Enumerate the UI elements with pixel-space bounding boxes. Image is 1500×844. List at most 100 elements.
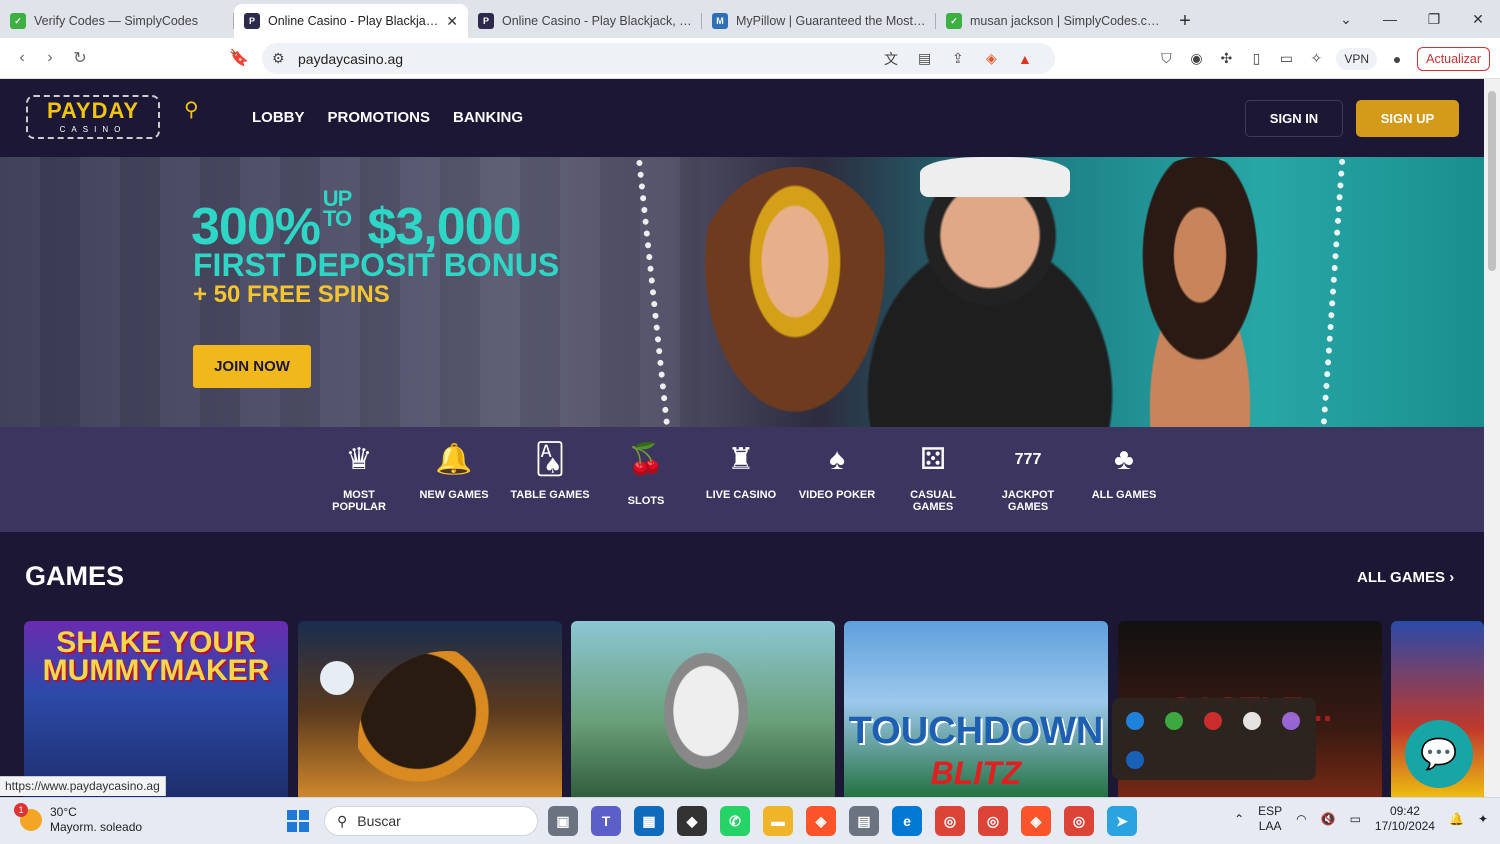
reader-mode-icon[interactable]: ▤ xyxy=(918,50,931,67)
volume-muted-icon[interactable]: 🔇 xyxy=(1321,812,1336,826)
search-icon: ⚲ xyxy=(337,812,348,829)
reload-icon[interactable]: ↻ xyxy=(66,48,94,68)
extensions-icon[interactable]: ✣ xyxy=(1216,49,1236,69)
browser-tab-strip: ✓ Verify Codes — SimplyCodes P Online Ca… xyxy=(0,0,1500,38)
mypillow-favicon-icon: M xyxy=(712,13,728,29)
category-video-poker[interactable]: ♠ VIDEO POKER xyxy=(797,443,877,501)
start-button[interactable] xyxy=(287,810,309,832)
game-tile-touchdown-blitz[interactable]: TOUCHDOWN BLITZ xyxy=(844,621,1108,797)
status-link-preview: https://www.paydaycasino.ag xyxy=(0,776,166,796)
category-slots[interactable]: 🍒 SLOTS xyxy=(606,443,686,507)
clock[interactable]: 09:42 17/10/2024 xyxy=(1375,804,1435,834)
tab-online-casino-active[interactable]: P Online Casino - Play Blackjack, Slots … xyxy=(234,4,468,38)
category-all-games[interactable]: ♣ ALL GAMES xyxy=(1084,443,1164,501)
edge-icon[interactable]: e xyxy=(892,806,922,836)
tab-mypillow[interactable]: M MyPillow | Guaranteed the Most Comfort… xyxy=(702,4,936,38)
chrome-profile-icon[interactable]: ◎ xyxy=(978,806,1008,836)
telegram-tray-icon[interactable] xyxy=(1243,712,1261,730)
tab-verify-codes[interactable]: ✓ Verify Codes — SimplyCodes xyxy=(0,4,234,38)
join-now-button[interactable]: JOIN NOW xyxy=(193,345,311,388)
address-bar[interactable]: ⚙ paydaycasino.ag 文 ▤ ⇪ ◈ ▲ xyxy=(262,43,1055,74)
defender-tray-icon[interactable] xyxy=(1126,751,1144,769)
restore-icon[interactable]: ❐ xyxy=(1412,11,1456,28)
all-games-link[interactable]: ALL GAMES › xyxy=(1357,569,1454,586)
app-tray-icon-5[interactable] xyxy=(1282,712,1300,730)
game-tile-tiger[interactable] xyxy=(571,621,835,797)
battery-icon[interactable]: ▭ xyxy=(1350,812,1361,826)
hero-banner[interactable]: 300% UP TO $3,000 FIRST DEPOSIT BONUS + 5… xyxy=(0,157,1484,427)
telegram-icon[interactable]: ➤ xyxy=(1107,806,1137,836)
payday-casino-logo[interactable]: PAYDAY CASINO xyxy=(26,95,160,139)
tab-search-icon[interactable]: ⌄ xyxy=(1324,11,1368,28)
app-tray-icon-1[interactable] xyxy=(1126,712,1144,730)
avatar[interactable]: ● xyxy=(1387,49,1407,69)
category-live-casino[interactable]: ♜ LIVE CASINO xyxy=(701,443,781,501)
brave-icon[interactable]: ◈ xyxy=(806,806,836,836)
category-casual-games[interactable]: ⚄ CASUAL GAMES xyxy=(893,443,973,513)
store-icon[interactable]: ▦ xyxy=(634,806,664,836)
app-icon[interactable]: ◆ xyxy=(677,806,707,836)
live-chat-button[interactable]: 💬 xyxy=(1405,720,1473,788)
new-tab-button[interactable]: + xyxy=(1170,4,1200,38)
brave-rewards-icon[interactable]: ▲ xyxy=(1018,51,1032,67)
brave-shields-icon[interactable]: ◈ xyxy=(986,50,997,67)
shield-icon[interactable]: ⛉ xyxy=(1156,49,1176,69)
teams-icon[interactable]: T xyxy=(591,806,621,836)
close-window-icon[interactable]: ✕ xyxy=(1456,11,1500,28)
weather-widget[interactable]: 1 30°C Mayorm. soleado xyxy=(14,803,142,835)
calculator-icon[interactable]: ▤ xyxy=(849,806,879,836)
game-tile-mummymaker[interactable]: SHAKE YOUR MUMMYMAKER xyxy=(24,621,288,797)
nav-lobby[interactable]: LOBBY xyxy=(252,109,305,126)
vpn-button[interactable]: VPN xyxy=(1336,47,1378,70)
app-tray-icon-2[interactable] xyxy=(1165,712,1183,730)
windows-taskbar: 1 30°C Mayorm. soleado ⚲ Buscar ▣ T ▦ ◆ ✆… xyxy=(0,797,1500,844)
page-viewport: PAYDAY CASINO ⚲ LOBBY PROMOTIONS BANKING… xyxy=(0,79,1484,797)
page-scrollbar[interactable] xyxy=(1484,79,1500,797)
sign-up-button[interactable]: SIGN UP xyxy=(1356,100,1459,137)
gangster-hat-image xyxy=(920,157,1070,197)
translate-icon[interactable]: 文 xyxy=(884,49,898,69)
close-tab-icon[interactable]: ✕ xyxy=(446,13,458,30)
category-new-games[interactable]: 🔔 NEW GAMES xyxy=(414,443,494,501)
sign-in-button[interactable]: SIGN IN xyxy=(1245,100,1343,137)
sun-icon: 1 xyxy=(14,803,42,831)
profile-circle-icon[interactable]: ◉ xyxy=(1186,49,1206,69)
sidebar-icon[interactable]: ▯ xyxy=(1246,49,1266,69)
taskbar-search[interactable]: ⚲ Buscar xyxy=(324,806,538,836)
notifications-icon[interactable]: 🔔 xyxy=(1449,812,1464,826)
share-icon[interactable]: ⇪ xyxy=(952,50,964,67)
nav-promotions[interactable]: PROMOTIONS xyxy=(328,109,431,126)
file-explorer-icon[interactable]: ▬ xyxy=(763,806,793,836)
chrome-profile2-icon[interactable]: ◎ xyxy=(1064,806,1094,836)
marquee-lights-right xyxy=(1319,157,1355,427)
back-icon[interactable]: ‹ xyxy=(8,49,36,67)
tray-overflow-chevron-icon[interactable]: ⌃ xyxy=(1234,812,1244,826)
game-tile-horse[interactable] xyxy=(298,621,562,797)
whatsapp-icon[interactable]: ✆ xyxy=(720,806,750,836)
category-most-popular[interactable]: ♛ MOST POPULAR xyxy=(319,443,399,513)
forward-icon[interactable]: › xyxy=(36,49,64,67)
opera-tray-icon[interactable] xyxy=(1204,712,1222,730)
brave-profile-icon[interactable]: ◈ xyxy=(1021,806,1051,836)
tab-simplycodes[interactable]: ✓ musan jackson | SimplyCodes.com xyxy=(936,4,1170,38)
site-info-icon[interactable]: ⚙ xyxy=(272,50,285,67)
copilot-icon[interactable]: ✦ xyxy=(1478,812,1488,826)
language-indicator[interactable]: ESP LAA xyxy=(1258,804,1282,834)
update-button[interactable]: Actualizar xyxy=(1417,46,1490,71)
chrome-icon[interactable]: ◎ xyxy=(935,806,965,836)
tab-online-casino[interactable]: P Online Casino - Play Blackjack, Slots xyxy=(468,4,702,38)
leo-ai-icon[interactable]: ✧ xyxy=(1306,49,1326,69)
slot-machine-icon: 777 xyxy=(1014,451,1042,468)
task-view-icon[interactable]: ▣ xyxy=(548,806,578,836)
bookmark-icon[interactable]: 🔖 xyxy=(225,48,253,68)
category-jackpot-games[interactable]: 777 JACKPOT GAMES xyxy=(988,443,1068,513)
toolbar-right: ⛉ ◉ ✣ ▯ ▭ ✧ VPN ● Actualizar xyxy=(1156,43,1490,74)
wifi-icon[interactable]: ◠ xyxy=(1296,812,1306,826)
minimize-icon[interactable]: — xyxy=(1368,11,1412,27)
wallet-icon[interactable]: ▭ xyxy=(1276,49,1296,69)
nav-banking[interactable]: BANKING xyxy=(453,109,523,126)
moon-image xyxy=(320,661,354,695)
search-icon[interactable]: ⚲ xyxy=(184,97,199,122)
category-table-games[interactable]: 🂡 TABLE GAMES xyxy=(510,443,590,501)
scrollbar-thumb[interactable] xyxy=(1488,91,1496,271)
